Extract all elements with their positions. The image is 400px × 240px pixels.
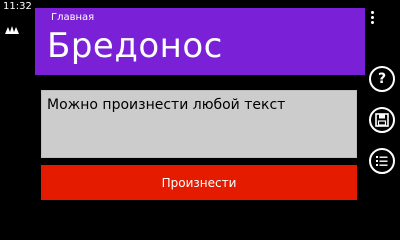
help-button[interactable]: ? [369,66,395,92]
text-input-value: Можно произнести любой текст [47,97,286,113]
signal-icon [5,26,19,34]
speak-button[interactable]: Произнести [41,165,357,200]
question-icon: ? [377,71,387,87]
app-header: Главная Бредонос [35,8,365,75]
status-time: 11:32 [3,1,32,12]
more-options-icon[interactable] [369,11,375,29]
save-icon [375,113,389,127]
status-bar: 11:32 [0,0,32,240]
list-icon [376,156,388,166]
text-input[interactable]: Можно произнести любой текст [41,90,357,158]
save-button[interactable] [369,107,395,133]
list-button[interactable] [369,148,395,174]
page-title: Бредонос [47,26,223,66]
page-subtitle: Главная [51,12,95,23]
speak-button-label: Произнести [161,175,237,190]
